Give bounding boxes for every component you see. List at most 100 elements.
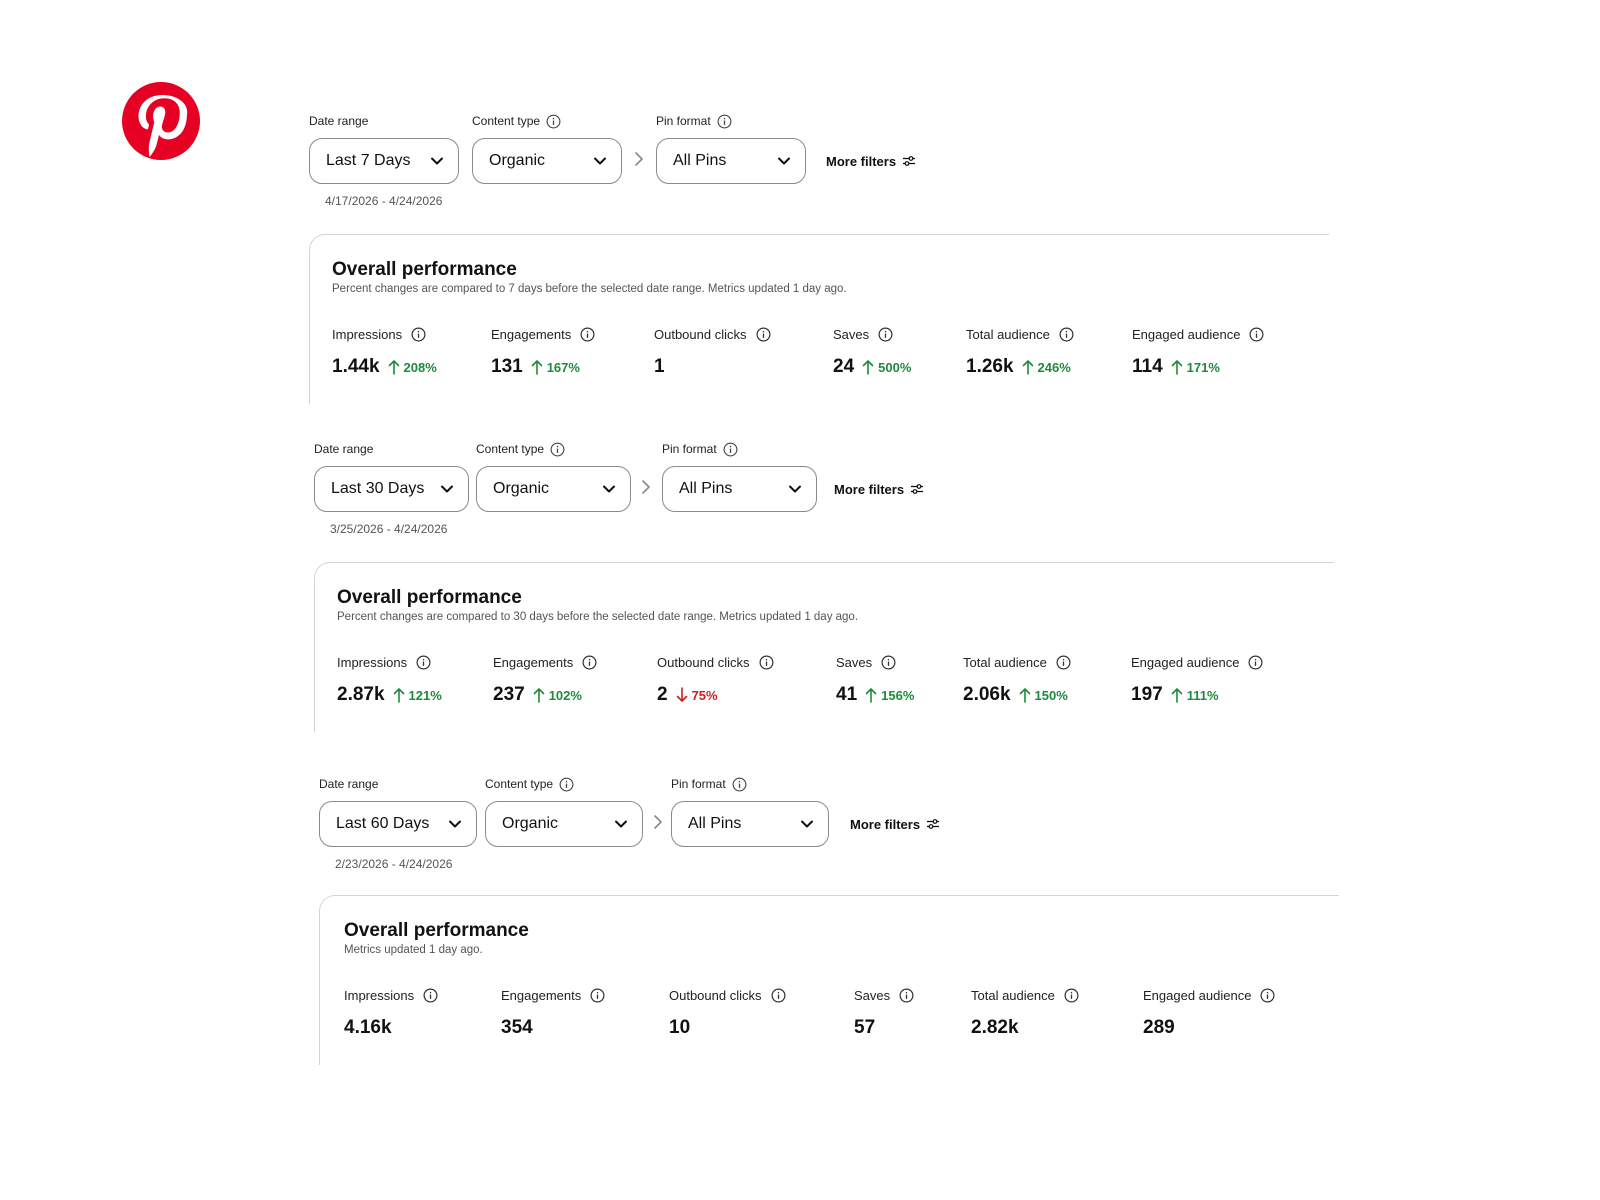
info-icon[interactable] bbox=[1260, 988, 1275, 1003]
metric-value: 2.82k bbox=[971, 1017, 1019, 1038]
content-type-value: Organic bbox=[489, 152, 546, 169]
metric-engaged-audience: Engaged audience 289 bbox=[1143, 986, 1275, 1040]
date-range-dropdown[interactable]: Last 60 Days bbox=[319, 801, 477, 847]
metric-label: Total audience bbox=[971, 987, 1055, 1003]
date-range-label: Date range bbox=[319, 775, 477, 793]
pin-format-dropdown[interactable]: All Pins bbox=[671, 801, 829, 847]
chevron-right-icon bbox=[642, 480, 650, 494]
date-range-value: Last 7 Days bbox=[326, 152, 411, 169]
chevron-down-icon bbox=[441, 485, 453, 493]
chevron-down-icon bbox=[801, 820, 813, 828]
info-icon[interactable] bbox=[550, 442, 565, 457]
more-filters-label: More filters bbox=[850, 816, 921, 832]
info-icon[interactable] bbox=[1248, 655, 1263, 670]
pin-format-value: All Pins bbox=[673, 152, 727, 169]
date-range-value: Last 30 Days bbox=[331, 480, 425, 497]
info-icon[interactable] bbox=[723, 442, 738, 457]
metric-total-audience: Total audience 2.06k 150% bbox=[963, 653, 1071, 707]
date-range-label-text: Date range bbox=[319, 777, 379, 791]
info-icon[interactable] bbox=[732, 777, 747, 792]
info-icon[interactable] bbox=[411, 327, 426, 342]
more-filters-button[interactable]: More filters bbox=[834, 466, 924, 512]
metric-label: Outbound clicks bbox=[654, 326, 747, 342]
info-icon[interactable] bbox=[1056, 655, 1071, 670]
info-icon[interactable] bbox=[416, 655, 431, 670]
metric-change: 500% bbox=[862, 359, 911, 375]
metric-value: 1.44k bbox=[332, 356, 380, 377]
info-icon[interactable] bbox=[771, 988, 786, 1003]
more-filters-label: More filters bbox=[826, 153, 897, 169]
date-range-value: Last 60 Days bbox=[336, 815, 430, 832]
sliders-icon bbox=[903, 156, 916, 166]
metric-change: 246% bbox=[1022, 359, 1071, 375]
card-title: Overall performance bbox=[344, 920, 529, 941]
metric-change-value: 500% bbox=[878, 359, 912, 375]
pin-format-dropdown[interactable]: All Pins bbox=[662, 466, 817, 512]
content-type-dropdown[interactable]: Organic bbox=[476, 466, 631, 512]
chevron-down-icon bbox=[431, 157, 443, 165]
metric-impressions: Impressions 2.87k 121% bbox=[337, 653, 442, 707]
analytics-section-7-days: Date range Last 7 Days Content type Orga… bbox=[309, 112, 1329, 442]
info-icon[interactable] bbox=[881, 655, 896, 670]
metric-change: 150% bbox=[1019, 687, 1068, 703]
pin-format-dropdown[interactable]: All Pins bbox=[656, 138, 806, 184]
chevron-down-icon bbox=[594, 157, 606, 165]
arrow-up-icon bbox=[865, 688, 877, 703]
pinterest-logo-icon[interactable] bbox=[121, 81, 201, 161]
metric-value: 2.06k bbox=[963, 684, 1011, 705]
metric-outbound-clicks: Outbound clicks 2 75% bbox=[657, 653, 774, 707]
metric-label: Engagements bbox=[491, 326, 572, 342]
info-icon[interactable] bbox=[717, 114, 732, 129]
chevron-down-icon bbox=[615, 820, 627, 828]
content-type-dropdown[interactable]: Organic bbox=[472, 138, 622, 184]
metric-total-audience: Total audience 1.26k 246% bbox=[966, 325, 1074, 379]
metric-label: Total audience bbox=[963, 654, 1047, 670]
metric-change: 111% bbox=[1171, 687, 1219, 703]
info-icon[interactable] bbox=[546, 114, 561, 129]
arrow-down-icon bbox=[676, 687, 687, 702]
arrow-up-icon bbox=[531, 360, 543, 375]
info-icon[interactable] bbox=[580, 327, 595, 342]
metric-value: 1 bbox=[654, 356, 665, 377]
metric-saves: Saves 24 500% bbox=[833, 325, 911, 379]
metric-label: Outbound clicks bbox=[657, 654, 750, 670]
info-icon[interactable] bbox=[559, 777, 574, 792]
info-icon[interactable] bbox=[759, 655, 774, 670]
info-icon[interactable] bbox=[899, 988, 914, 1003]
pin-format-label: Pin format bbox=[662, 440, 817, 458]
metric-label: Engaged audience bbox=[1132, 326, 1241, 342]
metric-change-value: 102% bbox=[548, 687, 582, 703]
info-icon[interactable] bbox=[423, 988, 438, 1003]
info-icon[interactable] bbox=[756, 327, 771, 342]
date-range-label: Date range bbox=[314, 440, 469, 458]
metric-change: 156% bbox=[865, 687, 914, 703]
metric-change-value: 167% bbox=[546, 359, 580, 375]
sliders-icon bbox=[927, 819, 940, 829]
metric-label: Impressions bbox=[344, 987, 415, 1003]
more-filters-button[interactable]: More filters bbox=[850, 801, 940, 847]
arrow-up-icon bbox=[1171, 360, 1182, 375]
info-icon[interactable] bbox=[582, 655, 597, 670]
metric-outbound-clicks: Outbound clicks 1 bbox=[654, 325, 771, 379]
card-subtitle: Percent changes are compared to 7 days b… bbox=[332, 283, 847, 295]
metric-change-value: 111% bbox=[1186, 687, 1219, 703]
pin-format-filter: Pin format All Pins bbox=[656, 112, 806, 184]
date-range-dropdown[interactable]: Last 30 Days bbox=[314, 466, 469, 512]
more-filters-button[interactable]: More filters bbox=[826, 138, 916, 184]
metric-label: Impressions bbox=[337, 654, 408, 670]
content-type-dropdown[interactable]: Organic bbox=[485, 801, 643, 847]
metric-value: 289 bbox=[1143, 1017, 1175, 1038]
info-icon[interactable] bbox=[1064, 988, 1079, 1003]
metric-outbound-clicks: Outbound clicks 10 bbox=[669, 986, 786, 1040]
date-range-dropdown[interactable]: Last 7 Days bbox=[309, 138, 459, 184]
more-filters-label: More filters bbox=[834, 481, 905, 497]
info-icon[interactable] bbox=[590, 988, 605, 1003]
metric-impressions: Impressions 4.16k bbox=[344, 986, 438, 1040]
info-icon[interactable] bbox=[1059, 327, 1074, 342]
metric-value: 2 bbox=[657, 684, 668, 705]
content-type-label-text: Content type bbox=[485, 777, 554, 791]
info-icon[interactable] bbox=[1249, 327, 1264, 342]
info-icon[interactable] bbox=[878, 327, 893, 342]
date-range-filter: Date range Last 30 Days bbox=[314, 440, 469, 512]
card-subtitle: Percent changes are compared to 30 days … bbox=[337, 611, 859, 623]
